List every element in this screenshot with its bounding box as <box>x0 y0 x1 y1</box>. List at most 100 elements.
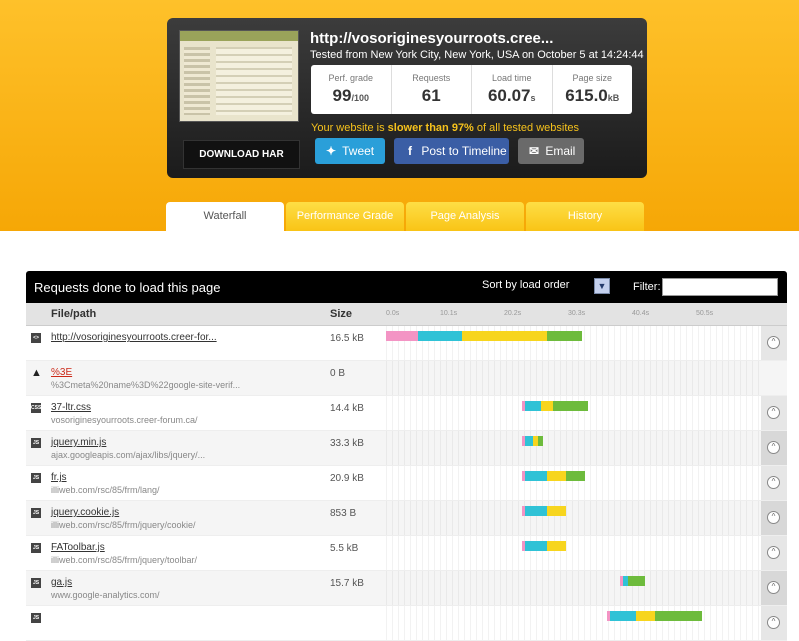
waterfall-segment <box>654 611 702 621</box>
file-path: %3Cmeta%20name%3D%22google-site-verif... <box>51 380 241 390</box>
waterfall-segment <box>610 611 636 621</box>
waterfall-segment <box>525 471 548 481</box>
file-name-link[interactable]: jquery.min.js <box>51 437 106 448</box>
chevron-up-icon: ^ <box>767 616 780 629</box>
expand-row-button[interactable]: ^ <box>761 571 787 605</box>
stat-perf-grade: Perf. grade 99/100 <box>311 65 391 114</box>
post-to-timeline-button[interactable]: f Post to Timeline <box>394 138 509 164</box>
header-banner: http://vosoriginesyourroots.cree... Test… <box>0 0 799 231</box>
expand-row-button[interactable]: ^ <box>761 396 787 430</box>
js-file-icon: JS <box>31 613 41 623</box>
css-file-icon: CSS <box>31 403 42 413</box>
sort-select[interactable]: Sort by load order <box>482 279 569 291</box>
waterfall-segment <box>525 506 548 516</box>
waterfall-segment <box>547 506 567 516</box>
waterfall-segment <box>547 331 582 341</box>
expand-row-button[interactable]: ^ <box>761 326 787 360</box>
waterfall-segment <box>537 436 543 446</box>
waterfall-segment <box>386 331 418 341</box>
chevron-down-icon[interactable]: ▼ <box>594 278 610 294</box>
chevron-up-icon: ^ <box>767 406 780 419</box>
timeline-tick: 20.2s <box>504 310 522 317</box>
file-name-link[interactable]: FAToolbar.js <box>51 542 105 553</box>
waterfall-track <box>386 466 761 500</box>
html-file-icon: <> <box>31 333 41 343</box>
expand-row-button[interactable]: ^ <box>761 536 787 570</box>
waterfall-segment <box>547 471 567 481</box>
download-har-button[interactable]: DOWNLOAD HAR <box>183 140 300 169</box>
table-row[interactable]: JS jquery.min.js ajax.googleapis.com/ajax/… <box>26 431 787 466</box>
column-header: File/path Size 0.0s 10.1s 20.2s 30.3s 40… <box>26 303 787 326</box>
timeline-tick: 10.1s <box>440 310 458 317</box>
warning-icon: ▲ <box>31 367 42 379</box>
tab-performance-grade[interactable]: Performance Grade <box>286 202 404 231</box>
panel-header: Requests done to load this page Sort by … <box>26 271 787 303</box>
filter-label: Filter: <box>633 281 661 293</box>
waterfall-track <box>386 361 761 395</box>
col-size[interactable]: Size <box>330 308 352 320</box>
table-row[interactable]: JS jquery.cookie.js illiweb.com/rsc/85/frm… <box>26 501 787 536</box>
table-row[interactable]: JS fr.js illiweb.com/rsc/85/frm/lang/20.9 … <box>26 466 787 501</box>
file-size: 14.4 kB <box>330 403 364 414</box>
file-name-link[interactable]: jquery.cookie.js <box>51 507 119 518</box>
tweet-button[interactable]: ✦ Tweet <box>315 138 385 164</box>
stat-value: 615.0kB <box>565 86 620 105</box>
timeline-tick: 30.3s <box>568 310 586 317</box>
waterfall-track <box>386 536 761 570</box>
chevron-up-icon: ^ <box>767 581 780 594</box>
tested-info: Tested from New York City, New York, USA… <box>310 49 644 61</box>
file-size: 5.5 kB <box>330 543 359 554</box>
waterfall-panel: Requests done to load this page Sort by … <box>26 271 787 641</box>
chevron-up-icon: ^ <box>767 476 780 489</box>
email-button[interactable]: ✉ Email <box>518 138 584 164</box>
file-path: www.google-analytics.com/ <box>51 590 160 600</box>
chevron-up-icon: ^ <box>767 336 780 349</box>
waterfall-segment <box>525 541 548 551</box>
file-name-link[interactable]: ga.js <box>51 577 72 588</box>
tab-history[interactable]: History <box>526 202 644 231</box>
table-row[interactable]: JS ^ <box>26 606 787 641</box>
file-size: 853 B <box>330 508 357 519</box>
waterfall-segment <box>417 331 462 341</box>
waterfall-segment <box>635 611 655 621</box>
tested-url: http://vosoriginesyourroots.cree... <box>310 30 554 47</box>
js-file-icon: JS <box>31 438 41 448</box>
file-name-link[interactable]: http://vosoriginesyourroots.creer-for... <box>51 332 217 343</box>
waterfall-segment <box>540 401 554 411</box>
tab-page-analysis[interactable]: Page Analysis <box>406 202 524 231</box>
timeline-tick: 50.5s <box>696 310 714 317</box>
waterfall-track <box>386 396 761 430</box>
file-size: 20.9 kB <box>330 473 364 484</box>
waterfall-track <box>386 326 761 360</box>
file-name-link[interactable]: 37-ltr.css <box>51 402 91 413</box>
stat-label: Requests <box>412 73 451 83</box>
expand-row-button[interactable]: ^ <box>761 431 787 465</box>
timeline-tick: 0.0s <box>386 310 400 317</box>
expand-row-button[interactable]: ^ <box>761 606 787 640</box>
js-file-icon: JS <box>31 473 41 483</box>
file-name-link[interactable]: fr.js <box>51 472 67 483</box>
table-row[interactable]: CSS 37-ltr.css vosoriginesyourroots.creer-… <box>26 396 787 431</box>
table-row[interactable]: <> http://vosoriginesyourroots.creer-for.… <box>26 326 787 361</box>
file-size: 16.5 kB <box>330 333 364 344</box>
slower-than-text: Your website is slower than 97% of all t… <box>311 122 580 134</box>
file-size: 0 B <box>330 368 346 379</box>
waterfall-segment <box>566 471 586 481</box>
js-file-icon: JS <box>31 508 41 518</box>
expand-row-button[interactable]: ^ <box>761 466 787 500</box>
request-list: <> http://vosoriginesyourroots.creer-for.… <box>26 326 787 641</box>
file-name-link[interactable]: %3E <box>51 367 72 378</box>
chevron-up-icon: ^ <box>767 511 780 524</box>
waterfall-segment <box>628 576 646 586</box>
filter-input[interactable] <box>662 278 778 296</box>
table-row[interactable]: ▲ %3E %3Cmeta%20name%3D%22google-site-veri… <box>26 361 787 396</box>
table-row[interactable]: JS FAToolbar.js illiweb.com/rsc/85/frm/jqu… <box>26 536 787 571</box>
js-file-icon: JS <box>31 543 41 553</box>
tab-waterfall[interactable]: Waterfall <box>166 202 284 231</box>
table-row[interactable]: JS ga.js www.google-analytics.com/15.7 kB ^ <box>26 571 787 606</box>
file-path: illiweb.com/rsc/85/frm/jquery/toolbar/ <box>51 555 198 565</box>
col-file-path[interactable]: File/path <box>51 308 96 320</box>
chevron-up-icon: ^ <box>767 546 780 559</box>
file-path: ajax.googleapis.com/ajax/libs/jquery/... <box>51 450 206 460</box>
expand-row-button[interactable]: ^ <box>761 501 787 535</box>
